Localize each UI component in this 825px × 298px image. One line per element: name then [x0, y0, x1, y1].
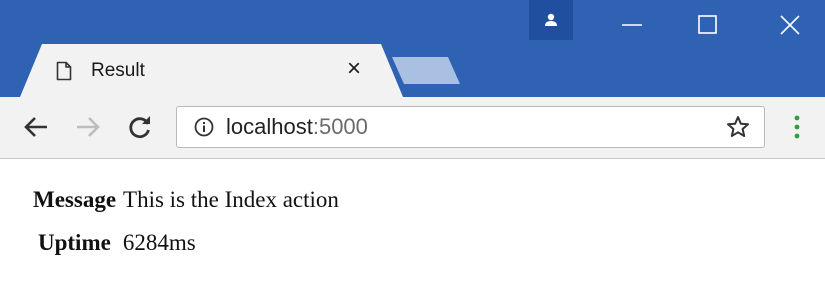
page-icon: [56, 61, 72, 81]
arrow-right-icon[interactable]: [74, 113, 102, 141]
page-content: Message This is the Index action Uptime 62…: [0, 159, 825, 298]
url-host: localhost: [226, 114, 313, 139]
uptime-value: 6284ms: [122, 230, 196, 255]
url-port: :5000: [312, 114, 368, 139]
browser-window: Result × localhost:5000 Message This is …: [0, 0, 825, 298]
uptime-row: Uptime 6284ms: [38, 230, 196, 256]
minimize-icon[interactable]: [612, 10, 652, 40]
star-icon[interactable]: [726, 115, 750, 139]
info-icon[interactable]: [194, 117, 214, 137]
url-text[interactable]: localhost:5000: [226, 115, 368, 139]
tab-close-button[interactable]: ×: [343, 57, 365, 81]
close-icon[interactable]: [770, 10, 810, 40]
arrow-left-icon[interactable]: [22, 113, 50, 141]
message-label: Message: [33, 187, 117, 212]
new-tab-button[interactable]: [392, 57, 460, 84]
message-row: Message This is the Index action: [33, 187, 339, 213]
person-icon: [545, 13, 557, 26]
maximize-icon[interactable]: [688, 10, 728, 40]
message-value: This is the Index action: [123, 187, 339, 212]
uptime-label: Uptime: [38, 230, 111, 255]
kebab-menu-icon[interactable]: [792, 114, 802, 140]
tab-title: Result: [91, 60, 145, 81]
reload-icon[interactable]: [126, 113, 154, 141]
profile-button[interactable]: [529, 0, 573, 40]
